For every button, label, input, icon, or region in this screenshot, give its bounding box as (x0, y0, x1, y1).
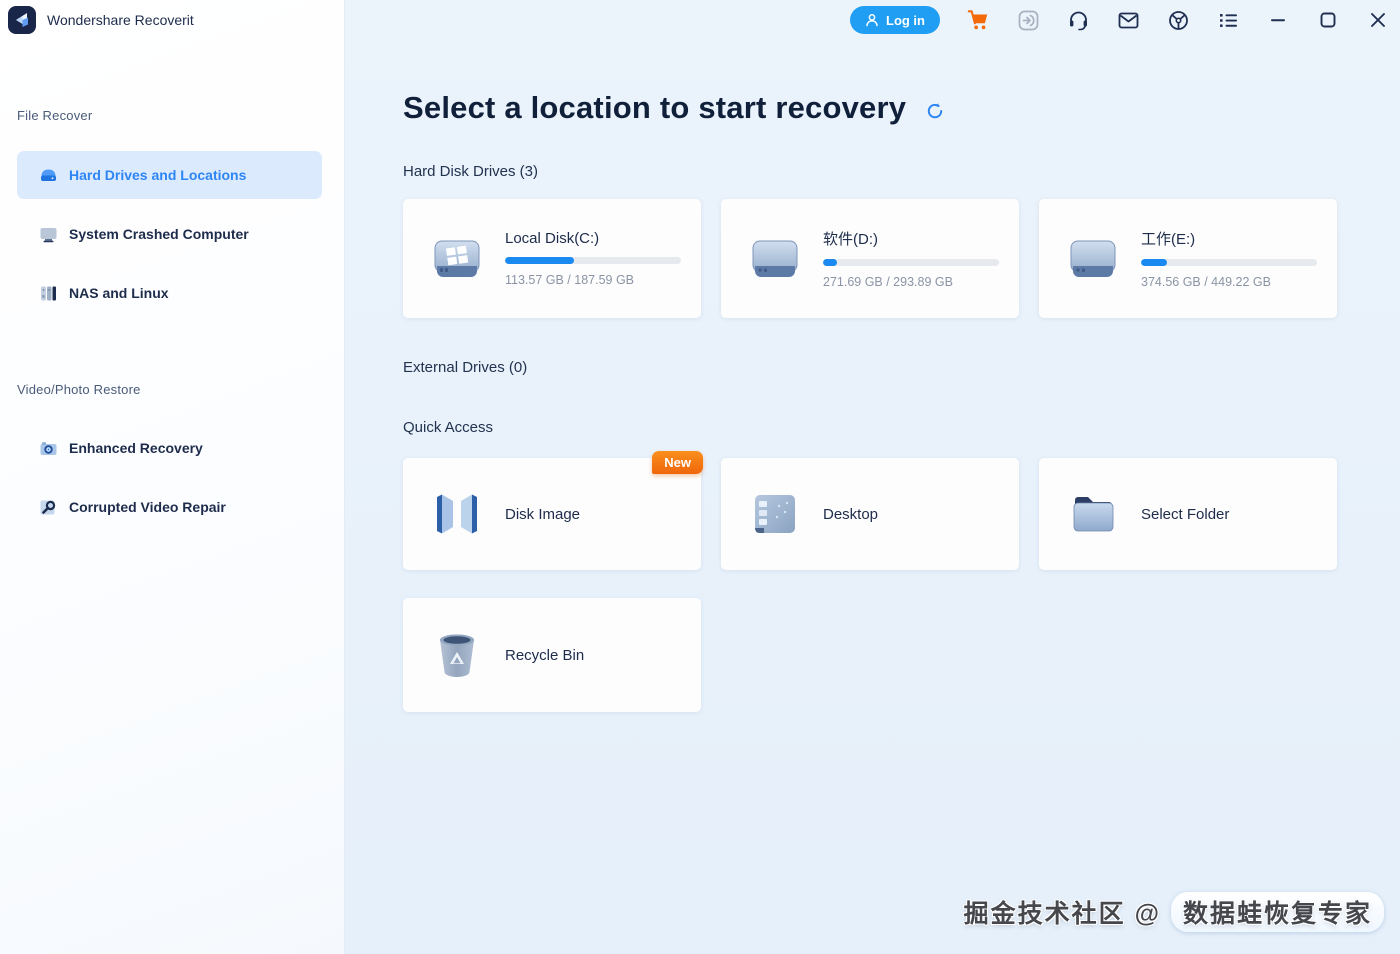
main-content: Select a location to start recovery Hard… (345, 0, 1400, 954)
page-title: Select a location to start recovery (403, 90, 907, 125)
crashed-computer-icon (38, 224, 58, 244)
disk-icon (752, 240, 798, 277)
capacity-bar (505, 257, 681, 264)
section-hard-disk-drives: Hard Disk Drives (3) (403, 163, 539, 180)
watermark: 掘金技术社区 @ 数据蛙恢复专家 (964, 892, 1384, 932)
login-button[interactable]: Log in (850, 6, 940, 34)
disk-icon (1070, 240, 1116, 277)
sidebar-item-corrupted-video-repair[interactable]: Corrupted Video Repair (17, 483, 322, 531)
windows-disk-icon (434, 240, 480, 277)
sidebar-item-label: Hard Drives and Locations (69, 167, 247, 183)
drive-name: 软件(D:) (823, 231, 878, 248)
sidebar-item-label: System Crashed Computer (69, 226, 249, 242)
cart-icon[interactable] (966, 8, 990, 32)
nas-linux-icon (38, 283, 58, 303)
drive-name: 工作(E:) (1141, 231, 1196, 248)
folder-icon (1073, 497, 1114, 532)
drive-capacity: 374.56 GB / 449.22 GB (1141, 275, 1271, 289)
activation-icon[interactable] (1016, 8, 1040, 32)
video-repair-icon (38, 497, 58, 517)
hard-drive-icon (38, 165, 58, 185)
desktop-icon (755, 495, 795, 533)
user-icon (866, 14, 878, 27)
quick-access-label: Desktop (823, 505, 879, 523)
headset-icon[interactable] (1066, 8, 1090, 32)
capacity-bar (1141, 259, 1317, 266)
sidebar-item-nas-and-linux[interactable]: NAS and Linux (17, 269, 322, 317)
minimize-icon[interactable] (1266, 8, 1290, 32)
disk-image-icon (437, 494, 477, 534)
help-icon[interactable] (1166, 8, 1190, 32)
section-external-drives: External Drives (0) (403, 359, 528, 376)
watermark-left: 掘金技术社区 @ (963, 900, 1161, 928)
app-brand: Wondershare Recoverit (0, 0, 344, 34)
mail-icon[interactable] (1116, 8, 1140, 32)
close-icon[interactable] (1366, 8, 1390, 32)
quick-access-label: Recycle Bin (505, 646, 585, 664)
sidebar-item-label: NAS and Linux (69, 285, 169, 301)
video-photo-restore-nav: Enhanced Recovery Corrupted Video Repair (17, 424, 322, 542)
capacity-bar-fill (823, 259, 838, 266)
new-badge: New (652, 451, 703, 474)
drive-capacity: 271.69 GB / 293.89 GB (823, 275, 953, 289)
drive-name: Local Disk(C:) (505, 230, 600, 247)
sidebar-item-label: Corrupted Video Repair (69, 499, 226, 515)
recycle-bin-icon (440, 634, 474, 677)
quick-access-label: Select Folder (1141, 505, 1230, 523)
hard-disk-drive-list: Local Disk(C:) 113.57 GB / 187.59 GB 软件(… (403, 199, 1337, 318)
camera-icon (38, 438, 58, 458)
quick-access-desktop[interactable]: Desktop (721, 458, 1019, 570)
sidebar-item-label: Enhanced Recovery (69, 440, 203, 456)
sidebar: Wondershare Recoverit File Recover Hard … (0, 0, 345, 954)
sidebar-item-system-crashed-computer[interactable]: System Crashed Computer (17, 210, 322, 258)
drive-card-e[interactable]: 工作(E:) 374.56 GB / 449.22 GB (1039, 199, 1337, 318)
recoverit-logo-icon (8, 6, 36, 34)
file-recover-nav: Hard Drives and Locations System Crashed… (17, 151, 322, 328)
capacity-bar-fill (1141, 259, 1168, 266)
sidebar-item-enhanced-recovery[interactable]: Enhanced Recovery (17, 424, 322, 472)
sidebar-item-hard-drives-and-locations[interactable]: Hard Drives and Locations (17, 151, 322, 199)
section-label-file-recover: File Recover (17, 108, 93, 123)
maximize-icon[interactable] (1316, 8, 1340, 32)
capacity-bar (823, 259, 999, 266)
quick-access-select-folder[interactable]: Select Folder (1039, 458, 1337, 570)
watermark-right: 数据蛙恢复专家 (1170, 892, 1384, 932)
section-quick-access: Quick Access (403, 419, 494, 436)
app-title: Wondershare Recoverit (47, 12, 194, 28)
section-label-video-photo-restore: Video/Photo Restore (17, 382, 141, 397)
quick-access-label: Disk Image (505, 505, 581, 523)
quick-access-recycle-bin[interactable]: Recycle Bin (403, 598, 701, 712)
menu-list-icon[interactable] (1216, 8, 1240, 32)
refresh-icon[interactable] (926, 102, 944, 120)
drive-card-local-disk-c[interactable]: Local Disk(C:) 113.57 GB / 187.59 GB (403, 199, 701, 318)
quick-access-list: New Disk Image Desktop Select Folder (403, 451, 1337, 570)
capacity-bar-fill (505, 257, 574, 264)
drive-capacity: 113.57 GB / 187.59 GB (505, 273, 635, 287)
drive-card-d[interactable]: 软件(D:) 271.69 GB / 293.89 GB (721, 199, 1019, 318)
login-label: Log in (886, 12, 925, 28)
titlebar-actions: Log in (850, 0, 1390, 40)
quick-access-disk-image[interactable]: New Disk Image (403, 451, 703, 570)
